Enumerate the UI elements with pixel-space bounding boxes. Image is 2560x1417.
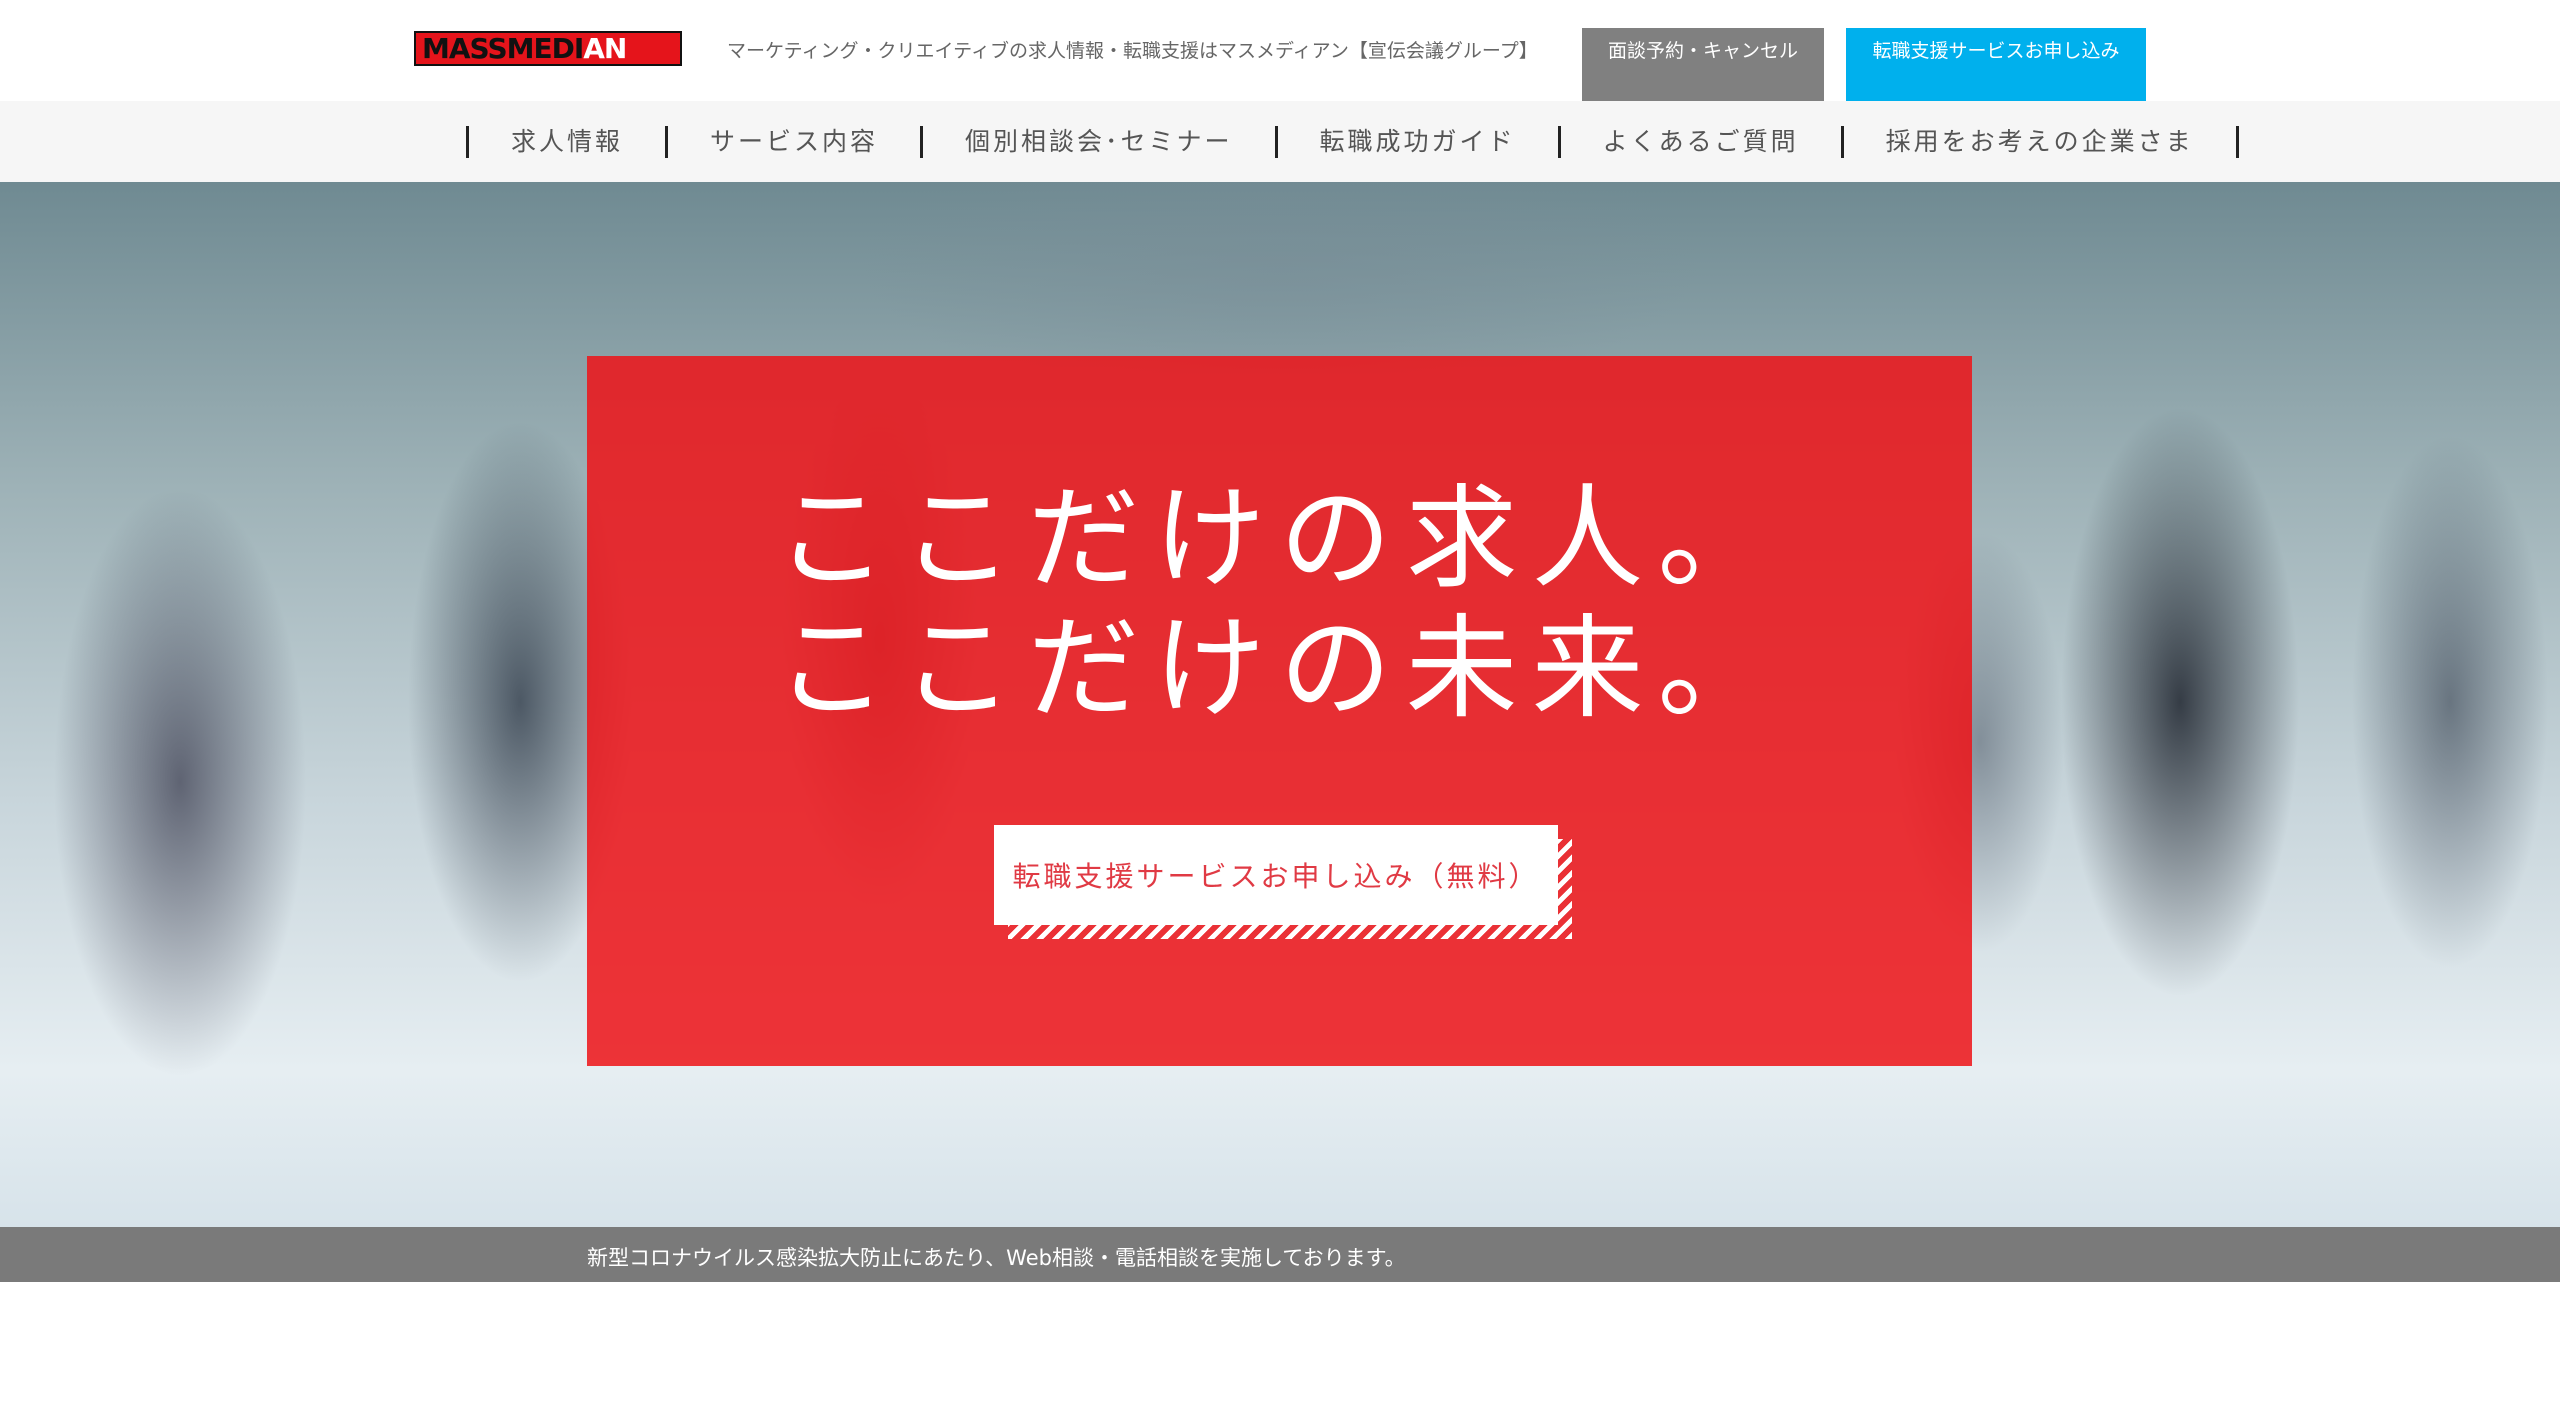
hero-headline: ここだけの求人。 ここだけの未来。 [587,474,1972,734]
hero-apply-free-button[interactable]: 転職支援サービスお申し込み（無料） [994,825,1558,925]
notice-bar: 新型コロナウイルス感染拡大防止にあたり、Web相談・電話相談を実施しております。 [0,1227,2560,1282]
hero-headline-line1: ここだけの求人。 [775,474,1784,604]
site-tagline: マーケティング・クリエイティブの求人情報・転職支援はマスメディアン【宣伝会議グル… [727,40,1538,62]
site-header: MASSMEDI AN マーケティング・クリエイティブの求人情報・転職支援はマスメ… [0,0,2560,101]
nav-list: 求人情報 サービス内容 個別相談会･セミナー 転職成功ガイド よくあるご質問 採… [466,126,2239,158]
hero-headline-line2: ここだけの未来。 [775,604,1784,734]
nav-item-seminars[interactable]: 個別相談会･セミナー [923,126,1278,158]
global-nav: 求人情報 サービス内容 個別相談会･セミナー 転職成功ガイド よくあるご質問 採… [0,101,2560,182]
massmedian-logo[interactable]: MASSMEDI AN [414,31,682,66]
logo-text-light: AN [583,31,627,65]
nav-item-jobs[interactable]: 求人情報 [469,126,669,158]
interview-reservation-button[interactable]: 面談予約・キャンセル [1582,28,1824,101]
nav-item-services[interactable]: サービス内容 [668,126,924,158]
hero-section: ここだけの求人。 ここだけの未来。 転職支援サービスお申し込み（無料） [0,182,2560,1227]
apply-service-button[interactable]: 転職支援サービスお申し込み [1846,28,2146,101]
hero-cta-wrapper: 転職支援サービスお申し込み（無料） [994,825,1574,940]
hero-red-panel: ここだけの求人。 ここだけの未来。 転職支援サービスお申し込み（無料） [587,356,1972,1066]
nav-item-faq[interactable]: よくあるご質問 [1561,126,1844,158]
nav-item-career-guide[interactable]: 転職成功ガイド [1278,126,1561,158]
logo-text-dark: MASSMEDI [422,31,584,65]
notice-text: 新型コロナウイルス感染拡大防止にあたり、Web相談・電話相談を実施しております。 [587,1246,1406,1270]
nav-item-for-companies[interactable]: 採用をお考えの企業さま [1844,126,2239,158]
